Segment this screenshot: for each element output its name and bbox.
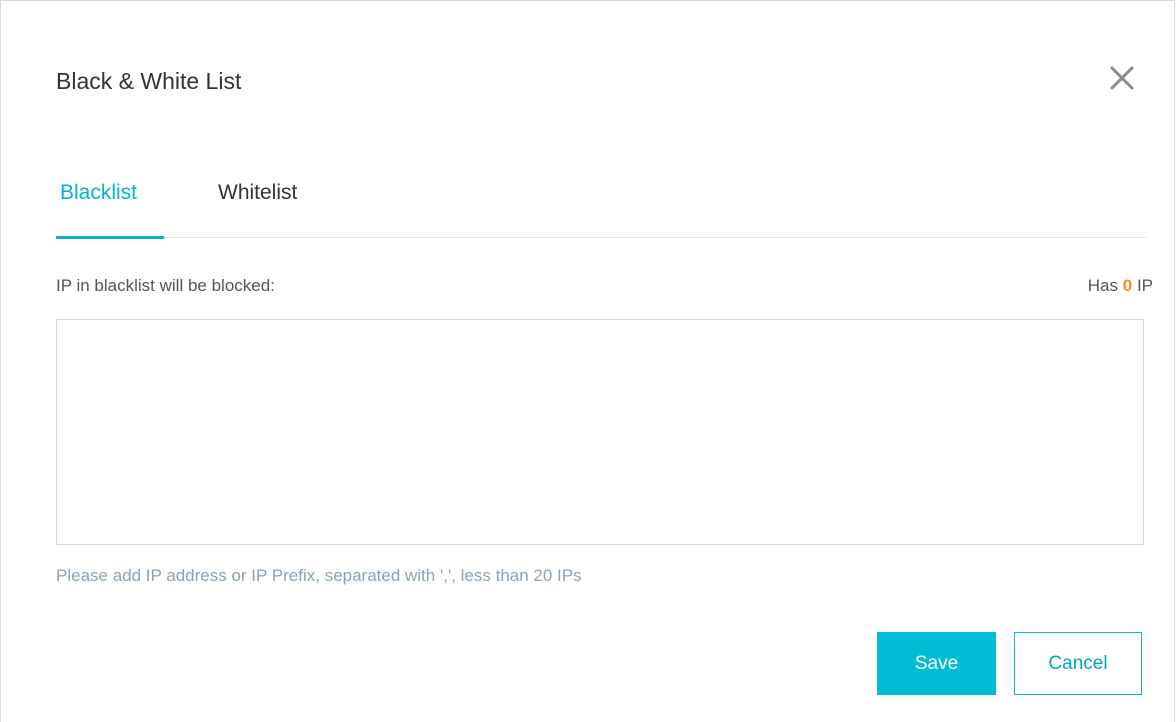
tab-blacklist[interactable]: Blacklist (60, 177, 137, 209)
tab-whitelist[interactable]: Whitelist (218, 177, 297, 209)
cancel-button[interactable]: Cancel (1014, 632, 1142, 695)
close-icon (1110, 66, 1134, 90)
ip-count: Has 0 IP (1088, 274, 1153, 298)
close-button[interactable] (1105, 61, 1139, 95)
ip-input-hint: Please add IP address or IP Prefix, sepa… (56, 566, 582, 585)
ip-count-suffix: IP (1136, 276, 1153, 295)
black-white-list-dialog: Black & White List Blacklist Whitelist I… (0, 0, 1175, 722)
blacklist-label: IP in blacklist will be blocked: (56, 276, 275, 295)
ip-count-value: 0 (1122, 276, 1133, 295)
dialog-title: Black & White List (56, 68, 242, 94)
save-button[interactable]: Save (877, 632, 996, 695)
blacklist-ip-input[interactable] (56, 319, 1144, 545)
ip-count-prefix: Has (1087, 276, 1118, 295)
active-tab-indicator (56, 236, 164, 239)
tab-bar: Blacklist Whitelist (56, 161, 1146, 239)
